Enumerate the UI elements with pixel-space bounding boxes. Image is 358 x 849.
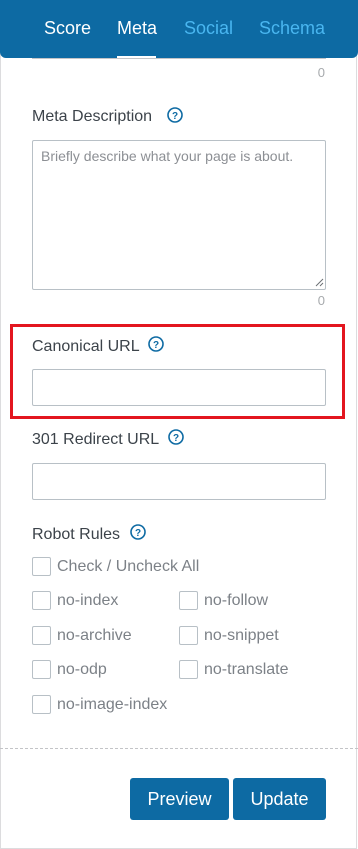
no-follow-label: no-follow [204, 591, 269, 609]
tab-bar: Score Meta Social Schema [0, 0, 358, 59]
no-archive-label: no-archive [57, 626, 132, 644]
meta-panel [0, 0, 357, 849]
footer-divider [0, 748, 358, 749]
canonical-url-input[interactable] [32, 369, 326, 406]
help-icon[interactable]: ? [167, 107, 183, 123]
checkbox[interactable] [32, 626, 51, 645]
svg-text:?: ? [153, 340, 159, 351]
tab-schema[interactable]: Schema [259, 17, 325, 39]
no-archive-checkbox[interactable]: no-archive [32, 626, 132, 645]
checkbox[interactable] [179, 591, 198, 610]
check-all-checkbox[interactable]: Check / Uncheck All [32, 557, 199, 576]
tab-score[interactable]: Score [44, 17, 91, 39]
no-snippet-label: no-snippet [204, 626, 279, 644]
check-all-label: Check / Uncheck All [57, 557, 200, 575]
meta-description-textarea[interactable] [32, 140, 326, 290]
no-translate-label: no-translate [204, 660, 289, 678]
meta-description-char-counter: 0 [317, 293, 325, 308]
meta-description-label: Meta Description [32, 108, 153, 125]
tab-meta[interactable]: Meta [117, 17, 157, 39]
redirect-url-input[interactable] [32, 463, 326, 500]
no-translate-checkbox[interactable]: no-translate [179, 660, 289, 679]
update-button[interactable]: Update [233, 778, 326, 820]
title-char-counter: 0 [317, 65, 325, 80]
checkbox[interactable] [32, 660, 51, 679]
help-icon[interactable]: ? [168, 429, 184, 445]
checkbox[interactable] [179, 660, 198, 679]
help-icon[interactable]: ? [130, 524, 146, 540]
no-index-label: no-index [57, 591, 119, 609]
tab-social[interactable]: Social [184, 17, 233, 39]
no-image-index-checkbox[interactable]: no-image-index [32, 695, 167, 714]
canonical-url-label: Canonical URL [32, 338, 140, 355]
help-icon[interactable]: ? [148, 336, 164, 352]
no-index-checkbox[interactable]: no-index [32, 591, 118, 610]
svg-text:?: ? [173, 433, 179, 444]
no-odp-label: no-odp [57, 660, 107, 678]
resize-handle-icon[interactable] [314, 277, 324, 287]
title-field-bottom-edge [32, 58, 326, 59]
svg-text:?: ? [172, 111, 178, 122]
checkbox[interactable] [179, 626, 198, 645]
no-odp-checkbox[interactable]: no-odp [32, 660, 107, 679]
redirect-url-label: 301 Redirect URL [32, 431, 160, 448]
checkbox[interactable] [32, 557, 51, 576]
checkbox[interactable] [32, 695, 51, 714]
checkbox[interactable] [32, 591, 51, 610]
no-follow-checkbox[interactable]: no-follow [179, 591, 268, 610]
preview-button[interactable]: Preview [130, 778, 229, 820]
no-snippet-checkbox[interactable]: no-snippet [179, 626, 279, 645]
no-image-index-label: no-image-index [57, 695, 168, 713]
robot-rules-label: Robot Rules [32, 526, 121, 543]
svg-text:?: ? [135, 528, 141, 539]
